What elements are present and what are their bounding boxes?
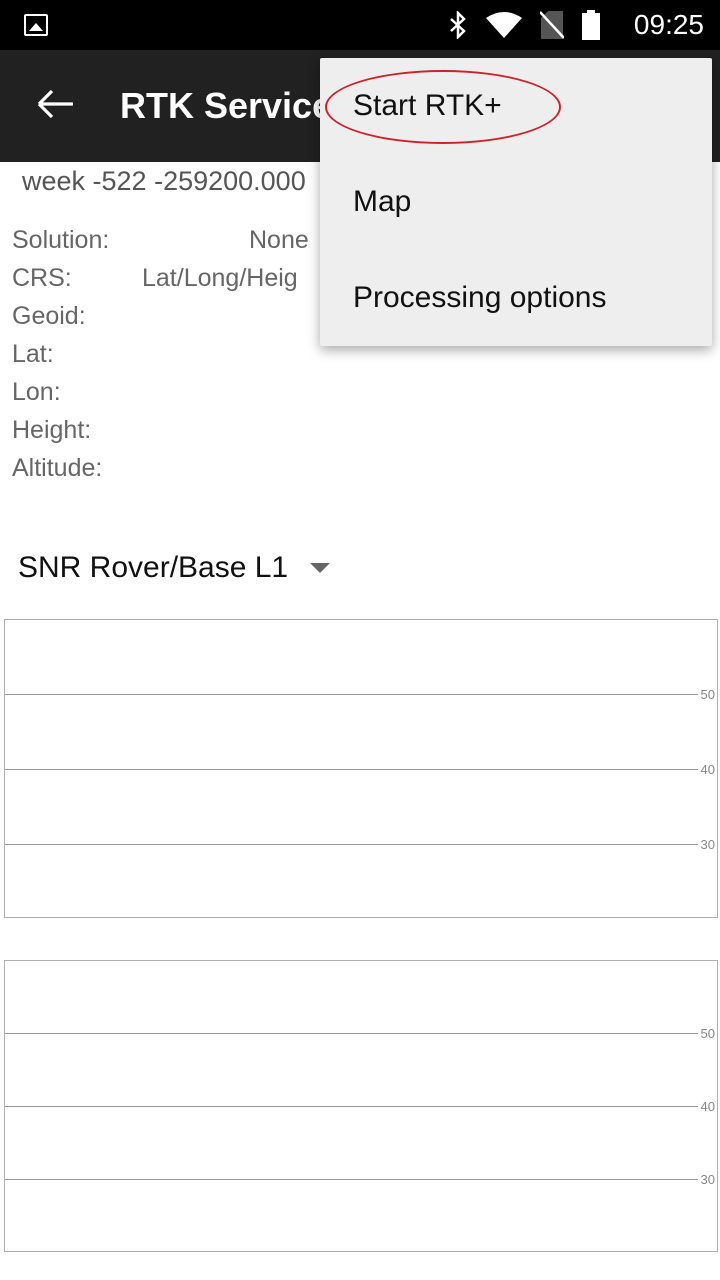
- status-bar: 09:25: [0, 0, 720, 50]
- snr-chart-rover: 50 40 30: [4, 619, 718, 918]
- grid-line: [5, 1179, 698, 1180]
- arrow-left-icon: [37, 89, 75, 124]
- bluetooth-icon: [448, 11, 468, 39]
- tick-label: 50: [700, 1026, 715, 1041]
- solution-value: None: [249, 226, 309, 254]
- status-time: 09:25: [633, 9, 704, 40]
- tick-label: 50: [700, 687, 715, 702]
- crs-value: Lat/Long/Heig: [142, 264, 298, 292]
- snr-chart-base: 50 40 30: [4, 960, 718, 1252]
- lon-label: Lon:: [12, 378, 61, 406]
- menu-item-map[interactable]: Map: [320, 154, 712, 250]
- lat-label: Lat:: [12, 340, 54, 368]
- tick-label: 40: [700, 1099, 715, 1114]
- grid-line: [5, 844, 698, 845]
- status-icons: [448, 10, 600, 40]
- menu-item-start-rtk[interactable]: Start RTK+: [320, 58, 712, 154]
- week-time-text: week -522 -259200.000: [22, 166, 306, 196]
- battery-icon: [582, 10, 600, 40]
- tick-label: 40: [700, 762, 715, 777]
- grid-line: [5, 1033, 698, 1034]
- altitude-label: Altitude:: [12, 454, 103, 482]
- overflow-menu: Start RTK+ Map Processing options: [320, 58, 712, 346]
- crs-label: CRS:: [12, 264, 72, 292]
- tick-label: 30: [700, 837, 715, 852]
- image-notification-icon: [24, 14, 48, 36]
- snr-dropdown[interactable]: SNR Rover/Base L1: [18, 546, 331, 590]
- grid-line: [5, 1106, 698, 1107]
- height-label: Height:: [12, 416, 92, 444]
- tick-label: 30: [700, 1172, 715, 1187]
- snr-dropdown-label: SNR Rover/Base L1: [18, 551, 289, 584]
- back-button[interactable]: [30, 80, 82, 132]
- grid-line: [5, 769, 698, 770]
- no-sim-icon: [540, 10, 564, 40]
- wifi-icon: [486, 12, 522, 38]
- grid-line: [5, 694, 698, 695]
- menu-item-processing-options[interactable]: Processing options: [320, 250, 712, 346]
- solution-label: Solution:: [12, 226, 110, 254]
- dropdown-arrow-icon: [310, 563, 331, 573]
- geoid-label: Geoid:: [12, 302, 86, 330]
- page-title: RTK Service: [120, 85, 333, 126]
